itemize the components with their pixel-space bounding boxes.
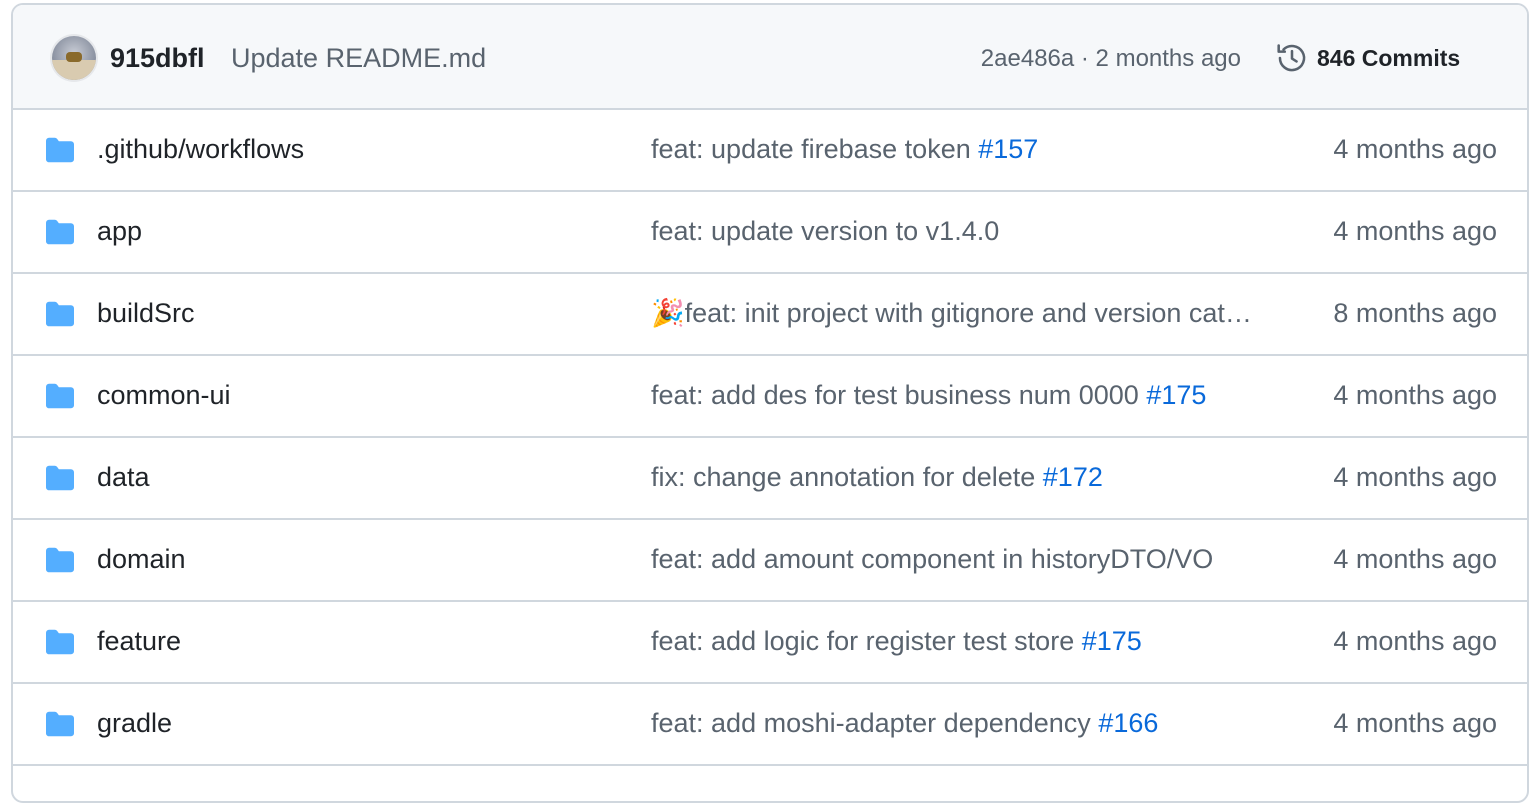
commit-age[interactable]: 4 months ago bbox=[1333, 132, 1497, 166]
commit-age[interactable]: 4 months ago bbox=[1333, 706, 1497, 740]
history-icon bbox=[1277, 44, 1306, 72]
commit-message-link[interactable]: 🎉feat: init project with gitignore and v… bbox=[651, 296, 1261, 330]
commit-message-link[interactable]: feat: add amount component in historyDTO… bbox=[651, 542, 1261, 576]
commit-age[interactable]: 4 months ago bbox=[1333, 378, 1497, 412]
file-name-link[interactable]: .github/workflows bbox=[97, 132, 304, 166]
commit-author-link[interactable]: 915dbfl bbox=[110, 41, 205, 75]
folder-icon bbox=[46, 711, 74, 737]
file-row[interactable]: .github/workflows feat: update firebase t… bbox=[13, 110, 1527, 192]
commit-message-text[interactable]: feat: add moshi-adapter dependency bbox=[651, 708, 1098, 738]
folder-icon bbox=[46, 629, 74, 655]
folder-icon bbox=[46, 219, 74, 245]
commit-message-text[interactable]: feat: add des for test business num 0000 bbox=[651, 380, 1146, 410]
file-name-link[interactable]: app bbox=[97, 214, 142, 248]
commit-message-link[interactable]: feat: update version to v1.4.0 bbox=[651, 214, 1261, 248]
file-row[interactable]: buildSrc 🎉feat: init project with gitigno… bbox=[13, 274, 1527, 356]
commits-count-label: 846 Commits bbox=[1317, 44, 1461, 71]
file-name-link[interactable]: common-ui bbox=[97, 378, 231, 412]
file-browser-box: 915dbfl Update README.md 2ae486a · 2 mon… bbox=[11, 3, 1529, 803]
file-name-link[interactable]: gradle bbox=[97, 706, 172, 740]
commit-message-link[interactable]: fix: change annotation for delete #172 bbox=[651, 460, 1261, 494]
avatar[interactable] bbox=[52, 36, 96, 80]
latest-commit-bar: 915dbfl Update README.md 2ae486a · 2 mon… bbox=[13, 5, 1527, 110]
pull-request-link[interactable]: #175 bbox=[1146, 380, 1206, 410]
commit-age[interactable]: 4 months ago bbox=[1333, 542, 1497, 576]
folder-icon bbox=[46, 301, 74, 327]
folder-icon bbox=[46, 137, 74, 163]
commit-message-link[interactable]: feat: add moshi-adapter dependency #166 bbox=[651, 706, 1261, 740]
commit-message-link[interactable]: feat: add logic for register test store … bbox=[651, 624, 1261, 658]
commit-message-text[interactable]: feat: add logic for register test store bbox=[651, 626, 1082, 656]
pull-request-link[interactable]: #166 bbox=[1098, 708, 1158, 738]
folder-icon bbox=[46, 383, 74, 409]
latest-commit-hash-and-time[interactable]: 2ae486a · 2 months ago bbox=[981, 43, 1241, 75]
commit-age[interactable]: 4 months ago bbox=[1333, 214, 1497, 248]
file-row[interactable]: data fix: change annotation for delete #1… bbox=[13, 438, 1527, 520]
file-row[interactable]: domain feat: add amount component in hist… bbox=[13, 520, 1527, 602]
commit-age[interactable]: 4 months ago bbox=[1333, 624, 1497, 658]
commit-message-text[interactable]: fix: change annotation for delete bbox=[651, 462, 1043, 492]
commit-age[interactable]: 8 months ago bbox=[1333, 296, 1497, 330]
file-name-link[interactable]: data bbox=[97, 460, 150, 494]
commit-message-link[interactable]: feat: add des for test business num 0000… bbox=[651, 378, 1261, 412]
file-name-link[interactable]: buildSrc bbox=[97, 296, 195, 330]
file-row[interactable]: common-ui feat: add des for test business… bbox=[13, 356, 1527, 438]
file-name-link[interactable]: domain bbox=[97, 542, 186, 576]
pull-request-link[interactable]: #175 bbox=[1082, 626, 1142, 656]
commit-age[interactable]: 4 months ago bbox=[1333, 460, 1497, 494]
file-row[interactable]: app feat: update version to v1.4.0 4 month… bbox=[13, 192, 1527, 274]
commit-message-text[interactable]: feat: add amount component in historyDTO… bbox=[651, 544, 1213, 574]
folder-icon bbox=[46, 465, 74, 491]
file-row[interactable]: feature feat: add logic for register test… bbox=[13, 602, 1527, 684]
pull-request-link[interactable]: #172 bbox=[1043, 462, 1103, 492]
pull-request-link[interactable]: #157 bbox=[978, 134, 1038, 164]
commit-message-link[interactable]: feat: update firebase token #157 bbox=[651, 132, 1261, 166]
commit-message-text[interactable]: feat: update version to v1.4.0 bbox=[651, 216, 999, 246]
commits-history-link[interactable]: 846 Commits bbox=[1275, 39, 1460, 77]
latest-commit-message-link[interactable]: Update README.md bbox=[231, 41, 486, 75]
commit-message-text[interactable]: 🎉feat: init project with gitignore and v… bbox=[651, 298, 1261, 328]
file-list: .github/workflows feat: update firebase t… bbox=[13, 110, 1527, 766]
file-row[interactable]: gradle feat: add moshi-adapter dependency… bbox=[13, 684, 1527, 766]
commit-message-text[interactable]: feat: update firebase token bbox=[651, 134, 978, 164]
folder-icon bbox=[46, 547, 74, 573]
file-name-link[interactable]: feature bbox=[97, 624, 181, 658]
